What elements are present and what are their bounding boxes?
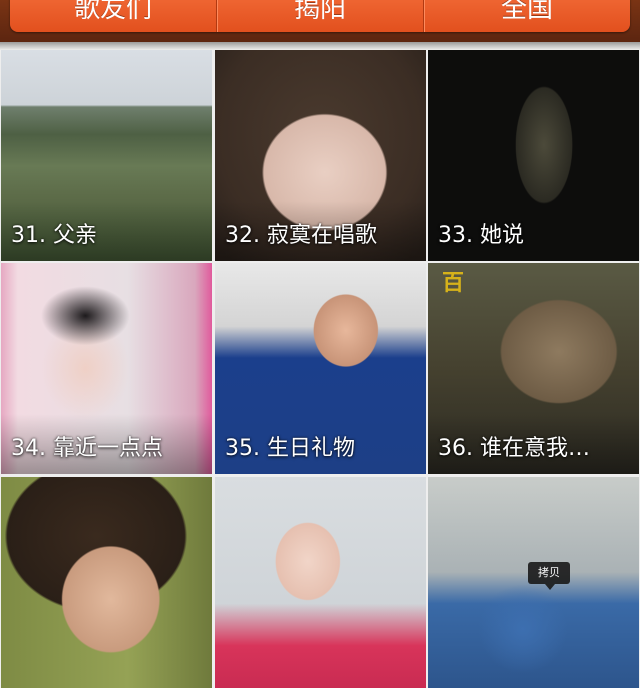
song-caption: 35. 生日礼物 <box>225 436 355 461</box>
song-caption: 33. 她说 <box>438 223 524 248</box>
song-tile[interactable]: 拷贝 <box>428 477 639 688</box>
song-tile[interactable]: 32. 寂寞在唱歌 <box>215 50 426 261</box>
tab-friends[interactable]: 歌友们 <box>10 0 216 32</box>
photo-overlay-text: 百 <box>442 271 465 296</box>
song-tile[interactable] <box>1 477 212 688</box>
song-tile[interactable]: 百 36. 谁在意我… <box>428 263 639 474</box>
top-tab-bar: 歌友们 揭阳 全国 <box>0 0 640 42</box>
song-tile[interactable]: 31. 父亲 <box>1 50 212 261</box>
song-tile[interactable] <box>215 477 426 688</box>
song-tile[interactable]: 33. 她说 <box>428 50 639 261</box>
cover-photo <box>1 477 212 688</box>
tabbar-shadow <box>0 42 640 50</box>
tab-nationwide[interactable]: 全国 <box>423 0 630 32</box>
song-grid: 31. 父亲 32. 寂寞在唱歌 33. 她说 34. 靠近一点点 35. 生日… <box>0 0 640 688</box>
song-caption: 36. 谁在意我… <box>438 436 590 461</box>
song-tile[interactable]: 35. 生日礼物 <box>215 263 426 474</box>
segmented-control: 歌友们 揭阳 全国 <box>10 0 630 32</box>
song-tile[interactable]: 34. 靠近一点点 <box>1 263 212 474</box>
song-caption: 31. 父亲 <box>11 223 97 248</box>
copy-tooltip[interactable]: 拷贝 <box>528 562 570 590</box>
tab-jieyang[interactable]: 揭阳 <box>216 0 423 32</box>
song-caption: 34. 靠近一点点 <box>11 436 163 461</box>
song-caption: 32. 寂寞在唱歌 <box>225 223 377 248</box>
cover-photo <box>215 477 426 688</box>
